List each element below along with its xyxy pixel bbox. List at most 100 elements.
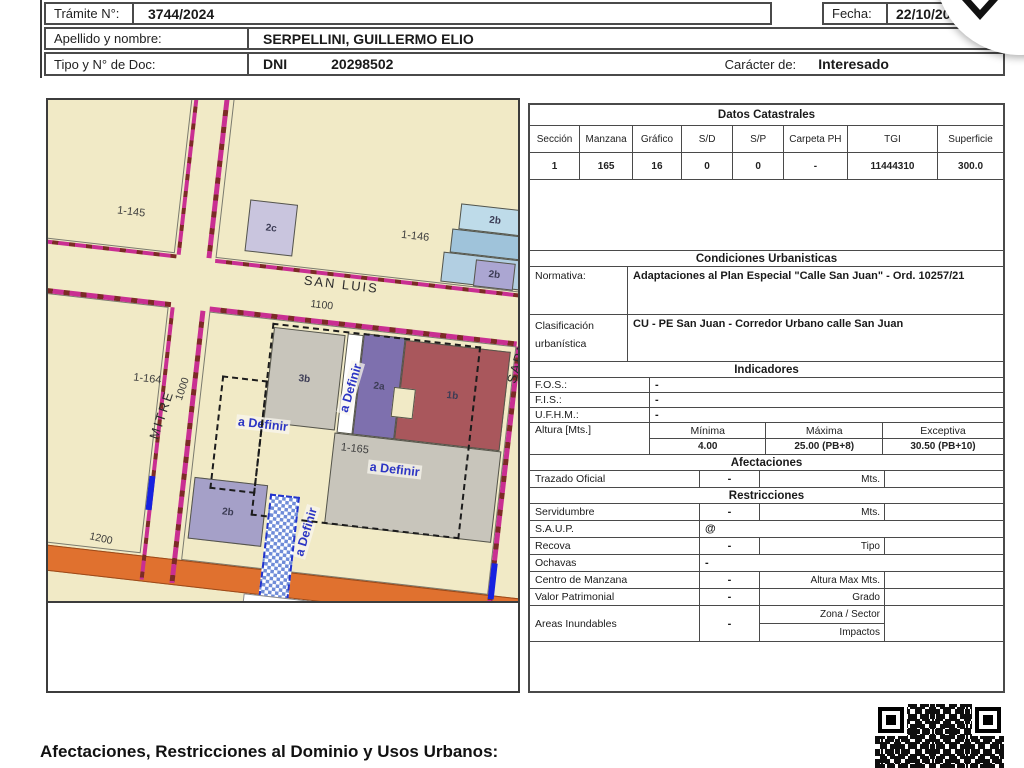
- clasificacion-row: Clasificación urbanística CU - PE San Ju…: [530, 315, 1003, 362]
- altura-value: 25.00 (PB+8): [766, 439, 882, 454]
- indicador-label: F.O.S.:: [530, 378, 650, 392]
- altura-value: 4.00: [650, 439, 766, 454]
- restriccion-dash: -: [700, 538, 760, 554]
- indicadores-title: Indicadores: [530, 362, 1003, 378]
- map-label: 1100: [310, 298, 334, 312]
- restriccion-label: Centro de Manzana: [530, 572, 700, 588]
- footer-title: Afectaciones, Restricciones al Dominio y…: [40, 742, 498, 762]
- restriccion-unit: Altura Max Mts.: [760, 572, 885, 588]
- normativa-value: Adaptaciones al Plan Especial "Calle San…: [628, 267, 1003, 314]
- restriccion-unit: Grado: [760, 589, 885, 605]
- restriccion-empty: [885, 538, 1003, 554]
- restriccion-label: Areas Inundables: [530, 606, 700, 641]
- apellido-value: SERPELLINI, GUILLERMO ELIO: [249, 31, 488, 47]
- normativa-row: Normativa: Adaptaciones al Plan Especial…: [530, 267, 1003, 315]
- clasificacion-value: CU - PE San Juan - Corredor Urbano calle…: [628, 315, 1003, 361]
- restriccion-dash: -: [700, 471, 760, 487]
- restriccion-label: Trazado Oficial: [530, 471, 700, 487]
- catastral-col-header: Carpeta PH: [784, 126, 848, 152]
- doc-number: 20298502: [287, 56, 407, 72]
- data-panel: Datos Catastrales SecciónManzanaGráficoS…: [528, 103, 1005, 693]
- doc-type: DNI: [249, 56, 287, 72]
- document-page: Trámite N°: 3744/2024 Fecha: 22/10/20 Ap…: [0, 0, 1024, 768]
- restriccion-row-areas: Areas Inundables-Zona / SectorImpactos: [530, 606, 1003, 642]
- map-parcel-label: 2b: [221, 506, 234, 518]
- documento-row: Tipo y N° de Doc: DNI 20298502 Carácter …: [44, 52, 1005, 76]
- restriccion-empty: [885, 589, 1003, 605]
- catastral-value: 16: [633, 153, 682, 179]
- map-parcel: 2b: [473, 259, 516, 290]
- caracter-label: Carácter de:: [717, 54, 805, 74]
- altura-label: Altura [Mts.]: [530, 423, 650, 454]
- map-viewport[interactable]: 2c2b2b2b3b2a3b2a1b2b2b3b2b3b2a3b3b2b3b2b…: [48, 100, 518, 603]
- restriccion-unit: Tipo: [760, 538, 885, 554]
- indicador-row: U.F.H.M.:-: [530, 408, 1003, 423]
- fecha-label: Fecha:: [824, 4, 888, 23]
- tramite-row: Trámite N°: 3744/2024: [44, 2, 772, 25]
- restriccion-empty: [885, 471, 1003, 487]
- restriccion-dash: -: [700, 589, 760, 605]
- catastral-col-header: S/P: [733, 126, 784, 152]
- indicador-value: -: [650, 408, 1003, 422]
- restriccion-unit: Impactos: [760, 624, 884, 641]
- restriccion-unit: Mts.: [760, 504, 885, 520]
- restriccion-empty: [885, 606, 1003, 641]
- catastral-value-row: 11651600-11444310300.0: [530, 153, 1003, 180]
- street-label: SARMIENTO: [504, 290, 518, 385]
- condiciones-title: Condiciones Urbanisticas: [530, 250, 1003, 267]
- restriccion-label: Servidumbre: [530, 504, 700, 520]
- catastral-value: 0: [682, 153, 734, 179]
- restriccion-unit: Mts.: [760, 471, 885, 487]
- tramite-value: 3744/2024: [134, 6, 228, 22]
- catastral-header-row: SecciónManzanaGráficoS/DS/PCarpeta PHTGI…: [530, 126, 1003, 153]
- apellido-row: Apellido y nombre: SERPELLINI, GUILLERMO…: [44, 27, 1005, 50]
- restriccion-empty: [885, 504, 1003, 520]
- indicador-label: F.I.S.:: [530, 393, 650, 407]
- restriccion-dash: -: [700, 572, 760, 588]
- restriccion-row: Centro de Manzana-Altura Max Mts.: [530, 572, 1003, 589]
- catastral-col-header: TGI: [848, 126, 938, 152]
- restriccion-row: Servidumbre-Mts.: [530, 504, 1003, 521]
- chevron-down-icon[interactable]: [958, 0, 1002, 22]
- map-parcel-label: 2c: [265, 222, 277, 234]
- restriccion-label: Recova: [530, 538, 700, 554]
- altura-col-header: Exceptiva: [883, 423, 1003, 438]
- catastral-value: 165: [580, 153, 633, 179]
- clasificacion-label: Clasificación urbanística: [530, 315, 628, 361]
- catastral-title: Datos Catastrales: [530, 105, 1003, 126]
- tramite-label: Trámite N°:: [46, 4, 134, 23]
- indicador-value: -: [650, 393, 1003, 407]
- catastral-value: 300.0: [938, 153, 1003, 179]
- restriccion-label: Ochavas: [530, 555, 700, 571]
- restriccion-unit: Zona / Sector: [760, 606, 884, 624]
- restriccion-row: S.A.U.P.@: [530, 521, 1003, 538]
- catastral-col-header: Manzana: [580, 126, 633, 152]
- altura-col-header: Máxima: [766, 423, 882, 438]
- restriccion-row: Ochavas-: [530, 555, 1003, 572]
- altura-row: Altura [Mts.] MínimaMáximaExceptiva 4.00…: [530, 423, 1003, 455]
- catastral-value: 1: [530, 153, 580, 179]
- restriccion-wide-value: -: [700, 555, 1003, 571]
- map-canvas: 2c2b2b2b3b2a3b2a1b2b2b3b2b3b2a3b3b2b3b2b…: [48, 100, 518, 603]
- doc-label: Tipo y N° de Doc:: [46, 54, 249, 74]
- map-parcel: 2c: [244, 199, 298, 256]
- restricciones-title: Restricciones: [530, 488, 1003, 504]
- catastral-value: 0: [733, 153, 784, 179]
- map-label: 1000: [173, 376, 192, 402]
- restriccion-row: Valor Patrimonial-Grado: [530, 589, 1003, 606]
- catastral-col-header: Superficie: [938, 126, 1003, 152]
- indicador-value: -: [650, 378, 1003, 392]
- catastral-col-header: Sección: [530, 126, 580, 152]
- map-parcel-label: 2b: [489, 214, 502, 226]
- restriccion-unit-stack: Zona / SectorImpactos: [760, 606, 885, 641]
- map-panel: 2c2b2b2b3b2a3b2a1b2b2b3b2b3b2a3b3b2b3b2b…: [46, 98, 520, 693]
- restriccion-dash: -: [700, 606, 760, 641]
- altura-col-header: Mínima: [650, 423, 766, 438]
- restriccion-wide-value: @: [700, 521, 1003, 537]
- qr-code: [875, 704, 1004, 768]
- catastral-col-header: Gráfico: [633, 126, 682, 152]
- apellido-label: Apellido y nombre:: [46, 29, 249, 48]
- afectaciones-title: Afectaciones: [530, 455, 1003, 471]
- catastral-value: 11444310: [848, 153, 938, 179]
- catastral-col-header: S/D: [682, 126, 734, 152]
